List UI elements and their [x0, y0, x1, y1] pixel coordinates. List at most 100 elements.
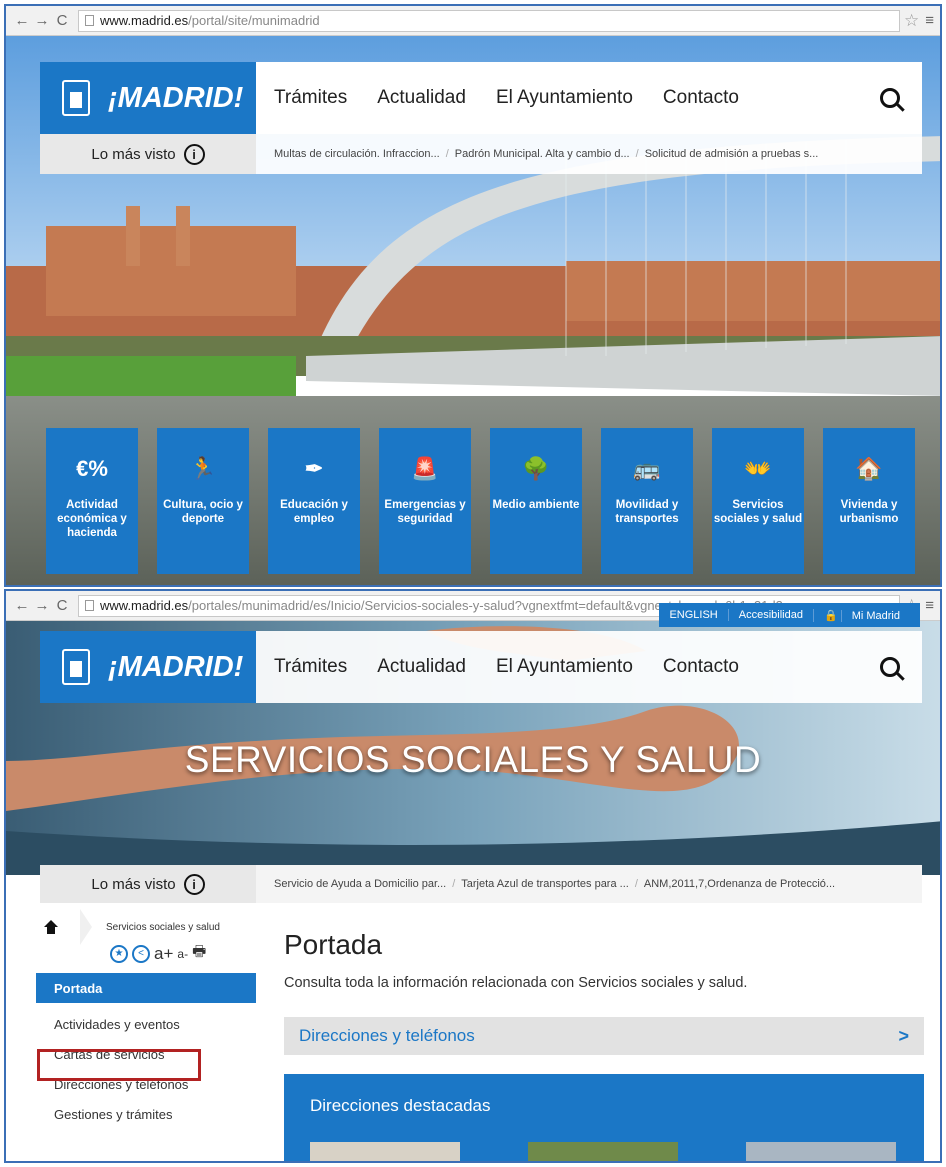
- sidebar-item-portada[interactable]: Portada: [36, 973, 256, 1003]
- search-icon[interactable]: [880, 88, 900, 108]
- tile-label: Emergencias y seguridad: [384, 499, 466, 525]
- house-icon: 🏠: [855, 456, 883, 481]
- tile-label: Cultura, ocio y deporte: [163, 499, 243, 525]
- separator: /: [634, 878, 638, 890]
- forward-arrow-icon[interactable]: →: [32, 597, 52, 614]
- nav-tramites[interactable]: Trámites: [274, 656, 347, 678]
- trending-links: Servicio de Ayuda a Domicilio par... / T…: [256, 865, 922, 903]
- trending-link[interactable]: Multas de circulación. Infraccion...: [274, 148, 440, 160]
- nav-actualidad[interactable]: Actualidad: [377, 656, 466, 678]
- nav-ayuntamiento[interactable]: El Ayuntamiento: [496, 656, 633, 678]
- tile-educacion[interactable]: ✒ Educación y empleo: [268, 428, 360, 574]
- tile-medio-ambiente[interactable]: 🌳 Medio ambiente: [490, 428, 582, 574]
- address-bar[interactable]: www.madrid.es/portal/site/munimadrid: [78, 9, 900, 32]
- english-link[interactable]: ENGLISH: [659, 609, 727, 621]
- runner-icon: 🏃: [189, 456, 217, 481]
- breadcrumb-current[interactable]: Servicios sociales y salud: [106, 922, 220, 933]
- directions-bar[interactable]: Direcciones y teléfonos >: [284, 1017, 924, 1055]
- tile-label: Servicios sociales y salud: [713, 499, 803, 525]
- reload-icon[interactable]: C: [52, 597, 72, 614]
- directions-label: Direcciones y teléfonos: [299, 1026, 475, 1045]
- featured-addresses: Direcciones destacadas: [284, 1074, 924, 1161]
- info-icon[interactable]: i: [183, 143, 205, 165]
- tile-label: Vivienda y urbanismo: [839, 499, 899, 525]
- page-icon: [85, 600, 94, 611]
- bus-icon: 🚌: [633, 456, 661, 481]
- trending-link[interactable]: Servicio de Ayuda a Domicilio par...: [274, 878, 446, 890]
- category-tiles: €% Actividad económica y hacienda 🏃 Cult…: [46, 428, 915, 574]
- chevron-right-icon: >: [898, 1025, 909, 1046]
- url-host: www.madrid.es: [100, 13, 189, 28]
- main-navigation: Trámites Actualidad El Ayuntamiento Cont…: [256, 62, 922, 134]
- bookmark-star-icon[interactable]: ☆: [904, 11, 919, 31]
- separator: /: [635, 148, 639, 160]
- forward-arrow-icon[interactable]: →: [32, 12, 52, 29]
- nav-ayuntamiento[interactable]: El Ayuntamiento: [496, 87, 633, 109]
- url-path: /portal/site/munimadrid: [188, 13, 320, 28]
- trending-link[interactable]: Padrón Municipal. Alta y cambio d...: [455, 148, 630, 160]
- home-icon[interactable]: [44, 920, 58, 934]
- pen-icon: ✒: [304, 456, 324, 481]
- tile-label: Medio ambiente: [492, 499, 580, 511]
- featured-thumbnail[interactable]: [528, 1142, 678, 1161]
- back-arrow-icon[interactable]: ←: [12, 12, 32, 29]
- hands-icon: 👐: [744, 456, 772, 481]
- tile-movilidad[interactable]: 🚌 Movilidad y transportes: [601, 428, 693, 574]
- print-icon[interactable]: 🖶: [192, 941, 206, 966]
- featured-title: Direcciones destacadas: [310, 1096, 491, 1115]
- breadcrumb-separator: [80, 909, 92, 945]
- highlight-box: [37, 1049, 201, 1081]
- trending-links: Multas de circulación. Infraccion... / P…: [256, 134, 922, 174]
- trending-link[interactable]: Solicitud de admisión a pruebas s...: [645, 148, 819, 160]
- madrid-logo[interactable]: ¡MADRID!: [40, 631, 256, 703]
- tile-actividad-economica[interactable]: €% Actividad económica y hacienda: [46, 428, 138, 574]
- featured-thumbnail[interactable]: [746, 1142, 896, 1161]
- page-title: Portada: [284, 929, 383, 960]
- back-arrow-icon[interactable]: ←: [12, 597, 32, 614]
- tree-icon: 🌳: [522, 456, 550, 481]
- tile-cultura[interactable]: 🏃 Cultura, ocio y deporte: [157, 428, 249, 574]
- trending-link[interactable]: Tarjeta Azul de transportes para ...: [461, 878, 629, 890]
- font-decrease-button[interactable]: a-: [177, 947, 188, 961]
- sidebar-item-gestiones[interactable]: Gestiones y trámites: [36, 1099, 256, 1129]
- tile-emergencias[interactable]: 🚨 Emergencias y seguridad: [379, 428, 471, 574]
- madrid-logo[interactable]: ¡MADRID!: [40, 62, 256, 134]
- main-navigation: Trámites Actualidad El Ayuntamiento Cont…: [256, 631, 922, 703]
- font-increase-button[interactable]: a+: [154, 944, 173, 964]
- menu-icon[interactable]: ≡: [925, 597, 934, 614]
- mi-madrid-text: Mi Madrid: [840, 609, 910, 622]
- info-icon[interactable]: i: [183, 873, 205, 895]
- tile-vivienda[interactable]: 🏠 Vivienda y urbanismo: [823, 428, 915, 574]
- trending-link[interactable]: ANM,2011,7,Ordenanza de Protecció...: [644, 878, 835, 890]
- page-tools: ★ < a+ a- 🖶: [110, 941, 206, 966]
- nav-contacto[interactable]: Contacto: [663, 87, 739, 109]
- madrid-crest-icon: [62, 649, 90, 685]
- favorite-star-icon[interactable]: ★: [110, 944, 128, 963]
- accessibility-link[interactable]: Accesibilidad: [727, 609, 813, 621]
- featured-thumbnail[interactable]: [310, 1142, 460, 1161]
- most-viewed-label: Lo más visto i: [40, 865, 256, 903]
- separator: /: [452, 878, 456, 890]
- sidebar-item-actividades[interactable]: Actividades y eventos: [36, 1009, 256, 1039]
- share-icon[interactable]: <: [132, 944, 150, 963]
- tile-label: Movilidad y transportes: [615, 499, 679, 525]
- siren-icon: 🚨: [411, 456, 439, 481]
- mi-madrid-link[interactable]: 🔒 Mi Madrid: [812, 608, 920, 622]
- logo-text: ¡MADRID!: [108, 650, 244, 683]
- nav-tramites[interactable]: Trámites: [274, 87, 347, 109]
- nav-contacto[interactable]: Contacto: [663, 656, 739, 678]
- search-icon[interactable]: [880, 657, 900, 677]
- services-page-screenshot: ← → C www.madrid.es/portales/munimadrid/…: [4, 589, 942, 1163]
- breadcrumb: Servicios sociales y salud: [44, 909, 220, 945]
- madrid-crest-icon: [62, 80, 90, 116]
- most-viewed-text: Lo más visto: [91, 875, 176, 893]
- tile-servicios-sociales[interactable]: 👐 Servicios sociales y salud: [712, 428, 804, 574]
- logo-text: ¡MADRID!: [108, 81, 244, 114]
- nav-actualidad[interactable]: Actualidad: [377, 87, 466, 109]
- utility-links: ENGLISH Accesibilidad 🔒 Mi Madrid: [659, 603, 920, 627]
- most-viewed-text: Lo más visto: [91, 145, 176, 163]
- euro-percent-icon: €%: [76, 456, 108, 481]
- menu-icon[interactable]: ≡: [925, 12, 934, 29]
- reload-icon[interactable]: C: [52, 12, 72, 29]
- tile-label: Educación y empleo: [280, 499, 348, 525]
